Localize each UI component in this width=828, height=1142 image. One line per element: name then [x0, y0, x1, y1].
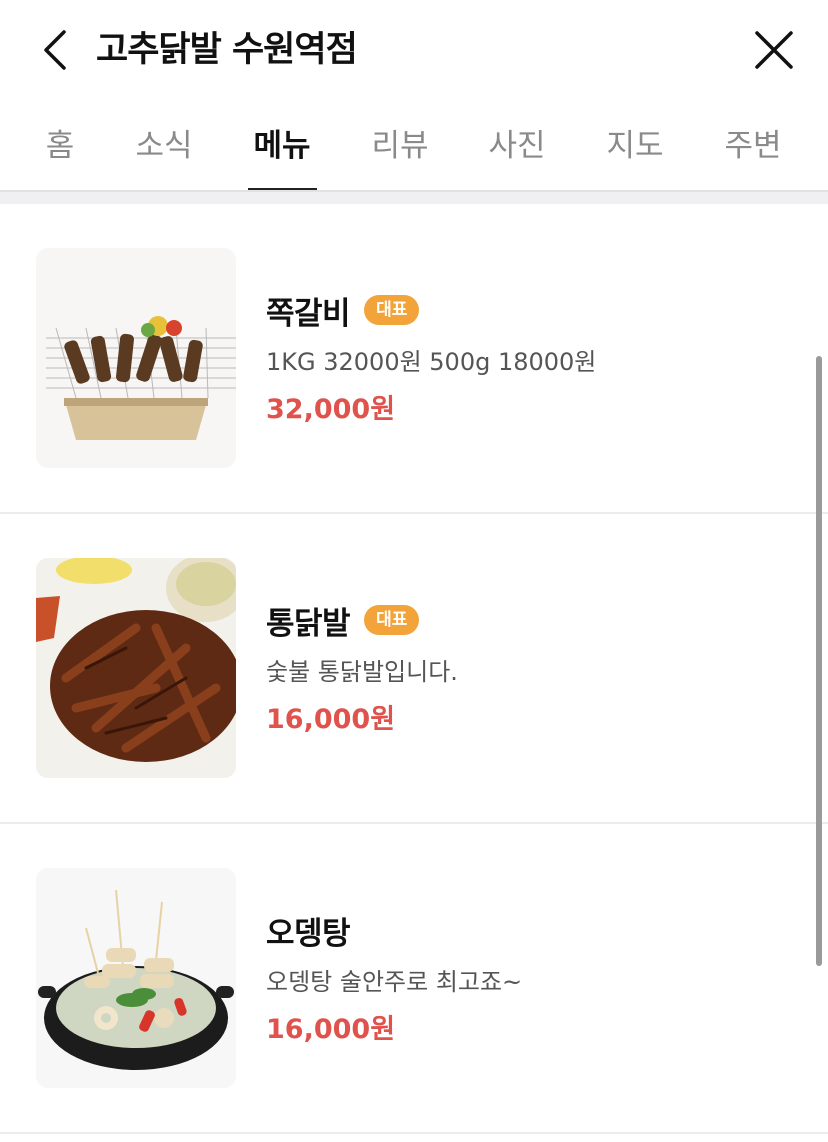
signature-badge: 대표 — [364, 295, 420, 325]
tab-bar: 홈 소식 메뉴 리뷰 사진 지도 주변 — [0, 108, 828, 192]
menu-item-name: 통닭발 — [266, 605, 351, 642]
menu-item-name: 오뎅탕 — [266, 915, 351, 952]
menu-item[interactable]: 오뎅탕 오뎅탕 술안주로 최고죠~ 16,000원 — [0, 824, 828, 1134]
fishcake-soup-photo — [36, 868, 236, 1088]
chevron-left-icon — [44, 30, 66, 70]
tab-home[interactable]: 홈 — [46, 124, 75, 168]
close-button[interactable] — [750, 26, 798, 74]
grilled-ribs-photo — [36, 248, 236, 468]
tab-photos[interactable]: 사진 — [488, 124, 545, 168]
menu-item-price: 16,000원 — [266, 1014, 396, 1045]
menu-item-description: 1KG 32000원 500g 18000원 — [266, 348, 597, 376]
header-bar: 고추닭발 수원역점 — [0, 0, 828, 100]
menu-item-description: 숯불 통닭발입니다. — [266, 658, 458, 686]
menu-item-description: 오뎅탕 술안주로 최고죠~ — [266, 968, 523, 996]
page-title: 고추닭발 수원역점 — [96, 30, 358, 70]
tab-nearby[interactable]: 주변 — [724, 124, 781, 168]
close-icon — [755, 31, 793, 69]
divider — [0, 1132, 828, 1134]
menu-item-name: 쪽갈비 — [266, 295, 351, 332]
tab-news[interactable]: 소식 — [135, 124, 192, 168]
menu-item-price: 32,000원 — [266, 394, 396, 425]
scrollbar[interactable] — [816, 356, 822, 966]
signature-badge: 대표 — [364, 605, 420, 635]
back-button[interactable] — [36, 26, 76, 74]
chicken-feet-photo — [36, 558, 236, 778]
tab-reviews[interactable]: 리뷰 — [371, 124, 428, 168]
menu-list: 쪽갈비 대표 1KG 32000원 500g 18000원 32,000원 통닭… — [0, 204, 828, 1142]
tab-divider — [0, 190, 828, 204]
tab-map[interactable]: 지도 — [606, 124, 663, 168]
menu-item-price: 16,000원 — [266, 704, 396, 735]
tab-menu[interactable]: 메뉴 — [253, 124, 310, 168]
menu-item[interactable]: 통닭발 대표 숯불 통닭발입니다. 16,000원 — [0, 514, 828, 824]
menu-item[interactable]: 쪽갈비 대표 1KG 32000원 500g 18000원 32,000원 — [0, 204, 828, 514]
